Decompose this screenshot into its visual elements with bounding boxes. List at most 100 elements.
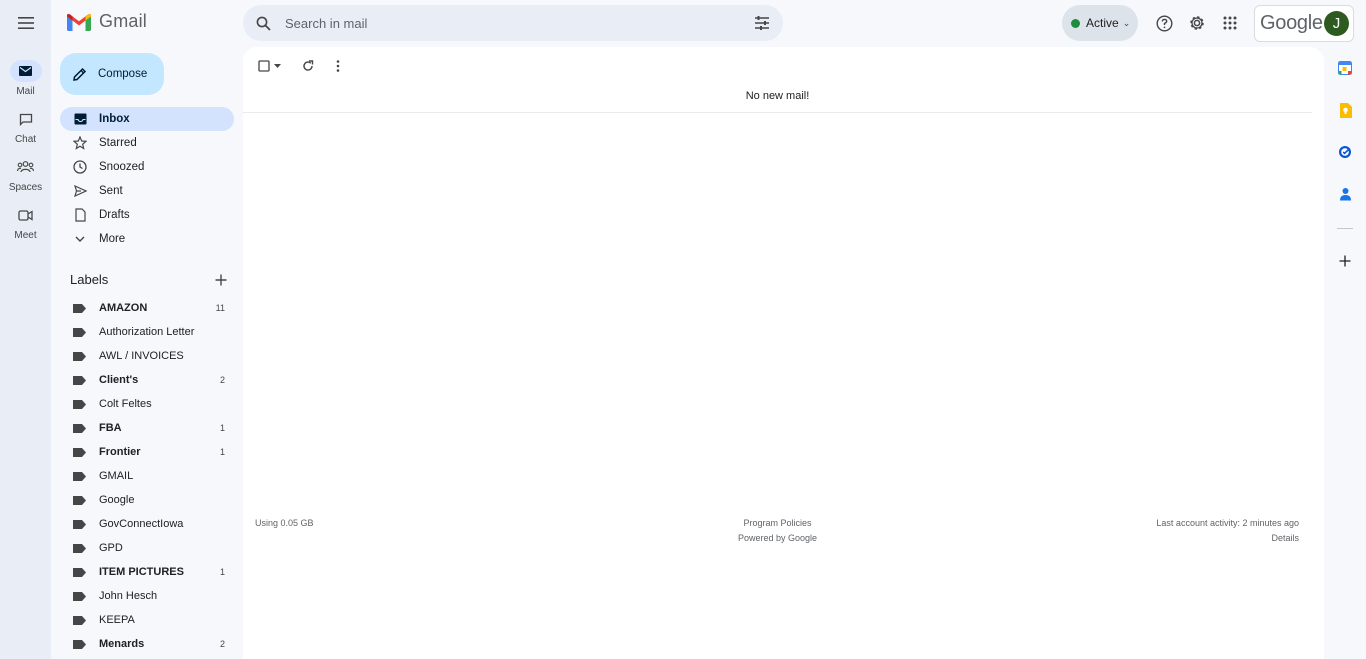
nav-label: Inbox xyxy=(99,113,130,125)
label-name: Authorization Letter xyxy=(99,326,195,338)
gmail-m-icon xyxy=(67,13,91,31)
google-apps-button[interactable] xyxy=(1218,11,1242,35)
label-item[interactable]: Colt Feltes xyxy=(60,392,234,416)
label-icon xyxy=(73,447,86,457)
status-selector[interactable]: Active ⌄ xyxy=(1062,5,1138,41)
compose-button[interactable]: Compose xyxy=(60,53,164,95)
label-item[interactable]: Menards 2 xyxy=(60,632,234,656)
label-item[interactable]: GovConnectIowa xyxy=(60,512,234,536)
label-item[interactable]: GPD xyxy=(60,536,234,560)
label-item[interactable]: Client's 2 xyxy=(60,368,234,392)
nav-label: Sent xyxy=(99,185,123,197)
label-item[interactable]: John Hesch xyxy=(60,584,234,608)
main-menu-button[interactable] xyxy=(14,11,38,35)
label-item[interactable]: KEEPA xyxy=(60,608,234,632)
rail-label: Chat xyxy=(14,134,37,145)
label-icon xyxy=(73,471,86,481)
label-name: AMAZON xyxy=(99,302,148,314)
rail-item-chat[interactable]: Chat xyxy=(0,108,51,145)
label-icon xyxy=(73,567,86,577)
star-icon xyxy=(73,136,87,150)
select-all-checkbox[interactable] xyxy=(255,60,283,72)
nav-item-drafts[interactable]: Drafts xyxy=(60,203,234,227)
nav-label: Snoozed xyxy=(99,161,145,173)
label-unread-count: 11 xyxy=(215,303,225,313)
tasks-button[interactable] xyxy=(1338,145,1352,159)
nav-label: Starred xyxy=(99,137,137,149)
meet-icon xyxy=(18,209,33,221)
create-label-button[interactable] xyxy=(213,272,229,288)
apps-grid-icon xyxy=(1223,16,1237,30)
label-name: John Hesch xyxy=(99,590,158,602)
label-name: KEEPA xyxy=(99,614,135,626)
draft-icon xyxy=(74,208,86,222)
label-item[interactable]: AWL / INVOICES xyxy=(60,344,234,368)
label-item[interactable]: Google xyxy=(60,488,234,512)
settings-button[interactable] xyxy=(1185,11,1209,35)
label-name: GPD xyxy=(99,542,123,554)
calendar-icon xyxy=(1338,61,1352,75)
details-link[interactable]: Details xyxy=(1271,533,1299,543)
nav-label: More xyxy=(99,233,126,245)
label-icon xyxy=(73,423,86,433)
search-button[interactable] xyxy=(253,13,273,33)
app-name: Gmail xyxy=(99,11,148,31)
search-input[interactable] xyxy=(285,15,725,31)
avatar: J xyxy=(1324,11,1349,36)
nav-item-inbox[interactable]: Inbox xyxy=(60,107,234,131)
clock-icon xyxy=(73,160,87,174)
label-item[interactable]: ITEM PICTURES 1 xyxy=(60,560,234,584)
label-icon xyxy=(73,495,86,505)
label-item[interactable]: AMAZON 11 xyxy=(60,296,234,320)
search-icon xyxy=(256,16,271,31)
label-unread-count: 2 xyxy=(219,375,225,385)
side-panel-divider xyxy=(1337,228,1353,229)
add-icon xyxy=(1339,255,1351,267)
rail-label: Spaces xyxy=(8,182,43,193)
caret-down-icon xyxy=(273,64,281,68)
label-name: Google xyxy=(99,494,135,506)
label-icon xyxy=(73,399,86,409)
label-icon xyxy=(73,375,86,385)
chat-icon xyxy=(19,113,32,126)
label-item[interactable]: Frontier 1 xyxy=(60,440,234,464)
label-name: Client's xyxy=(99,374,139,386)
nav-item-sent[interactable]: Sent xyxy=(60,179,234,203)
label-icon xyxy=(73,327,86,337)
more-actions-button[interactable] xyxy=(323,60,353,72)
calendar-button[interactable] xyxy=(1338,61,1352,75)
label-icon xyxy=(73,543,86,553)
support-button[interactable] xyxy=(1152,11,1176,35)
refresh-button[interactable] xyxy=(293,60,323,72)
tasks-icon xyxy=(1339,146,1351,158)
rail-label: Meet xyxy=(14,230,37,241)
contacts-button[interactable] xyxy=(1338,187,1352,201)
rail-item-meet[interactable]: Meet xyxy=(0,204,51,241)
refresh-icon xyxy=(303,60,314,71)
label-item[interactable]: GMAIL xyxy=(60,464,234,488)
divider xyxy=(243,112,1312,113)
rail-item-mail[interactable]: Mail xyxy=(0,60,51,97)
google-account-button[interactable]: Google J xyxy=(1254,5,1354,42)
send-icon xyxy=(73,185,87,197)
rail-item-spaces[interactable]: Spaces xyxy=(0,156,51,193)
keep-button[interactable] xyxy=(1338,102,1352,118)
search-options-button[interactable] xyxy=(753,14,771,32)
get-addons-button[interactable] xyxy=(1338,254,1352,268)
filter-options-icon xyxy=(755,16,769,30)
search-bar xyxy=(243,5,783,41)
label-icon xyxy=(73,615,86,625)
gmail-logo[interactable]: Gmail xyxy=(67,11,147,32)
label-item[interactable]: Authorization Letter xyxy=(60,320,234,344)
mail-icon xyxy=(19,66,32,76)
program-policies-link[interactable]: Program Policies xyxy=(743,518,811,528)
nav-item-more[interactable]: More xyxy=(60,227,234,251)
checkbox-icon xyxy=(257,60,270,72)
label-item[interactable]: FBA 1 xyxy=(60,416,234,440)
nav-item-snoozed[interactable]: Snoozed xyxy=(60,155,234,179)
label-unread-count: 1 xyxy=(219,567,225,577)
label-name: AWL / INVOICES xyxy=(99,350,184,362)
nav-item-starred[interactable]: Starred xyxy=(60,131,234,155)
chevron-down-icon: ⌄ xyxy=(1122,17,1131,28)
nav-label: Drafts xyxy=(99,209,130,221)
